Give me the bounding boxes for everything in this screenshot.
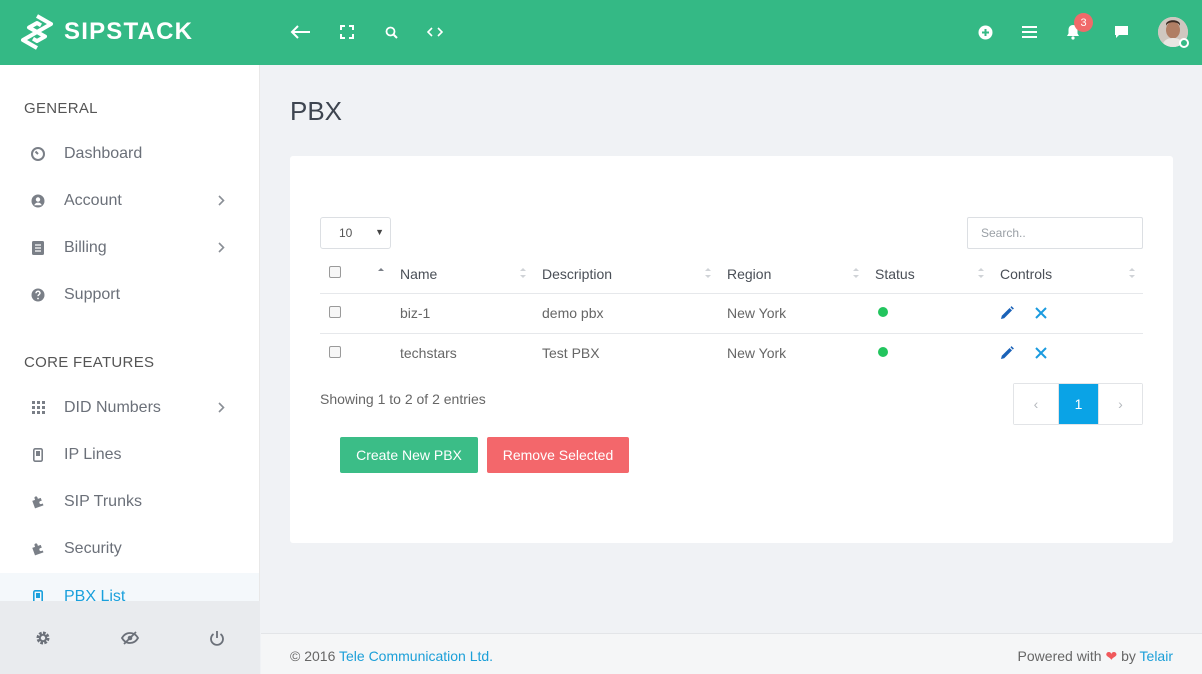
sidebar-footer (0, 601, 260, 674)
row-checkbox[interactable] (329, 346, 341, 358)
search-icon[interactable] (379, 20, 403, 44)
status-active-dot (878, 347, 888, 357)
create-pbx-button[interactable]: Create New PBX (340, 437, 478, 473)
column-header-region[interactable]: Region (727, 266, 771, 282)
plus-circle-icon[interactable] (973, 20, 997, 44)
chevron-right-icon (218, 400, 225, 416)
sidebar-item-label: DID Numbers (64, 398, 161, 416)
eye-slash-icon[interactable] (121, 629, 139, 647)
cell-description: demo pbx (542, 305, 604, 321)
page-length-select[interactable]: 10 ▼ (320, 217, 391, 249)
search-input[interactable] (967, 217, 1143, 249)
cell-region: New York (727, 305, 787, 321)
pagination-prev-button[interactable]: ‹ (1014, 384, 1058, 424)
sidebar-heading-general: GENERAL (24, 100, 98, 117)
cell-region: New York (727, 345, 787, 361)
expand-icon[interactable] (335, 20, 359, 44)
top-bar: SIPSTACK 3 (0, 0, 1202, 65)
menu-icon[interactable] (1017, 20, 1041, 44)
powered-text: Powered with (1017, 648, 1106, 664)
sidebar-item-security[interactable]: Security (0, 525, 259, 572)
caret-down-icon: ▼ (375, 227, 384, 237)
gear-icon[interactable] (34, 629, 52, 647)
sipstack-logo-icon (21, 14, 53, 50)
puzzle-icon (30, 494, 46, 510)
sort-icon[interactable] (704, 266, 712, 280)
sort-asc-icon[interactable] (377, 266, 385, 280)
chevron-right-icon (218, 193, 225, 209)
sidebar-item-label: Dashboard (64, 144, 143, 162)
notification-badge: 3 (1074, 13, 1093, 32)
sidebar-item-support[interactable]: Support (0, 271, 259, 318)
puzzle-icon (30, 541, 46, 557)
code-icon[interactable] (423, 20, 447, 44)
sidebar-item-account[interactable]: Account (0, 177, 259, 224)
status-active-dot (878, 307, 888, 317)
receipt-icon (30, 240, 46, 256)
column-header-controls[interactable]: Controls (1000, 266, 1052, 282)
user-circle-icon (30, 193, 46, 209)
company-link[interactable]: Tele Communication Ltd. (339, 648, 493, 664)
sidebar-item-billing[interactable]: Billing (0, 224, 259, 271)
column-header-name[interactable]: Name (400, 266, 437, 282)
chat-icon[interactable] (1109, 20, 1133, 44)
cell-name: biz-1 (400, 305, 431, 321)
sidebar: GENERAL Dashboard Account Billing Suppor… (0, 65, 260, 674)
row-divider (320, 333, 1143, 334)
telair-link[interactable]: Telair (1140, 648, 1173, 664)
footer-powered: Powered with ❤ by Telair (1018, 648, 1173, 665)
sidebar-heading-core: CORE FEATURES (24, 354, 155, 371)
sidebar-item-sip-trunks[interactable]: SIP Trunks (0, 478, 259, 525)
edit-icon[interactable] (999, 305, 1015, 321)
sidebar-item-label: Support (64, 285, 121, 303)
row-checkbox[interactable] (329, 306, 341, 318)
column-header-description[interactable]: Description (542, 266, 612, 282)
delete-icon[interactable] (1033, 345, 1049, 361)
power-icon[interactable] (208, 629, 226, 647)
cell-name: techstars (400, 345, 457, 361)
powered-by-text: by (1117, 648, 1140, 664)
footer-copyright: © 2016 Tele Communication Ltd. (290, 648, 493, 664)
chevron-right-icon (218, 240, 225, 256)
copyright-text: © 2016 (290, 648, 339, 664)
footer: © 2016 Tele Communication Ltd. Powered w… (261, 633, 1202, 674)
delete-icon[interactable] (1033, 305, 1049, 321)
sort-icon[interactable] (1128, 266, 1136, 280)
brand[interactable]: SIPSTACK (20, 14, 193, 50)
dashboard-icon (30, 146, 46, 162)
pagination: ‹ 1 › (1013, 383, 1143, 425)
arrow-left-icon[interactable] (288, 20, 312, 44)
table-info: Showing 1 to 2 of 2 entries (320, 391, 486, 407)
brand-name: SIPSTACK (64, 18, 194, 45)
sort-icon[interactable] (977, 266, 985, 280)
online-status-dot (1179, 38, 1189, 48)
sidebar-item-dashboard[interactable]: Dashboard (0, 130, 259, 177)
sidebar-item-label: Security (64, 539, 122, 557)
phone-icon (30, 447, 46, 463)
heart-icon: ❤ (1105, 648, 1118, 664)
sidebar-item-label: Account (64, 191, 122, 209)
page-length-value: 10 (339, 226, 353, 240)
sidebar-item-label: IP Lines (64, 445, 122, 463)
sidebar-item-label: SIP Trunks (64, 492, 142, 510)
sidebar-item-label: Billing (64, 238, 107, 256)
sort-icon[interactable] (519, 266, 527, 280)
sort-icon[interactable] (852, 266, 860, 280)
cell-description: Test PBX (542, 345, 600, 361)
header-divider (320, 293, 1143, 294)
select-all-checkbox[interactable] (329, 266, 341, 278)
pagination-next-button[interactable]: › (1098, 384, 1142, 424)
edit-icon[interactable] (999, 345, 1015, 361)
question-icon (30, 287, 46, 303)
column-header-status[interactable]: Status (875, 266, 915, 282)
pagination-page-1[interactable]: 1 (1058, 384, 1098, 424)
grid-icon (30, 400, 46, 416)
sidebar-item-ip-lines[interactable]: IP Lines (0, 431, 259, 478)
sidebar-item-did-numbers[interactable]: DID Numbers (0, 384, 259, 431)
remove-selected-button[interactable]: Remove Selected (487, 437, 629, 473)
page-title: PBX (290, 96, 343, 126)
